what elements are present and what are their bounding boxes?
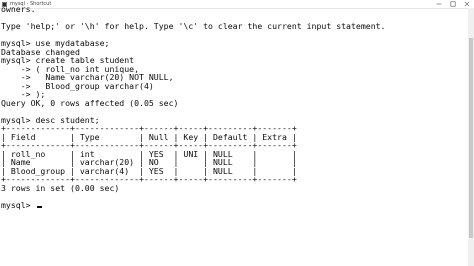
- prompt-text: mysql>: [1, 199, 36, 210]
- console-line: 3 rows in set (0.00 sec): [1, 182, 120, 193]
- console-line: owners.: [1, 5, 36, 14]
- text-cursor: [36, 205, 42, 208]
- console-line: -> Blood_group varchar(4): [1, 80, 154, 91]
- vertical-scrollbar[interactable]: [468, 8, 474, 266]
- console-line: Type 'help;' or '\h' for help. Type '\c'…: [1, 21, 386, 31]
- console-output[interactable]: owners. Type 'help;' or '\h' for help. T…: [1, 5, 467, 266]
- console-window: mysql - Shortcut owners. Type 'help;' or…: [0, 0, 474, 266]
- scrollbar-thumb[interactable]: [469, 38, 473, 238]
- prompt-line[interactable]: mysql>: [1, 199, 467, 210]
- console-line: Query OK, 0 rows affected (0.05 sec): [1, 97, 179, 108]
